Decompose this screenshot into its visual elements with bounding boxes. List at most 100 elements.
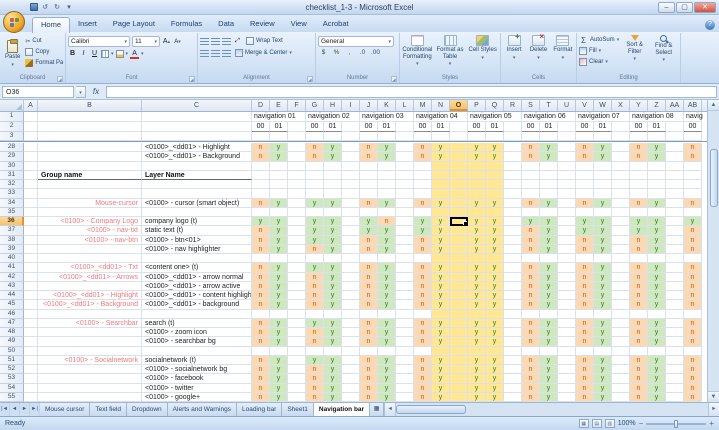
cell-N45[interactable]: y [432,300,450,310]
cell-M48[interactable]: n [414,328,432,338]
cell-S54[interactable]: n [522,383,540,393]
cell-I31[interactable] [342,170,360,180]
cell-U41[interactable] [558,263,576,273]
cell-AB54[interactable]: n [684,383,702,393]
cell-AA34[interactable] [666,198,684,208]
cell-P50[interactable] [468,346,486,356]
cell-I39[interactable] [342,244,360,254]
cell-P49[interactable]: y [468,337,486,347]
cell-J38[interactable]: n [360,235,378,245]
cell-P30[interactable] [468,161,486,171]
cell-U54[interactable] [558,383,576,393]
cell-K34[interactable]: y [378,198,396,208]
cell-W44[interactable]: y [594,291,612,301]
bold-button[interactable]: B [68,49,77,59]
cell-W46[interactable] [594,309,612,319]
cell-R49[interactable] [504,337,522,347]
cell-N29[interactable]: y [432,152,450,162]
cell-AB2[interactable]: 00 [684,122,702,132]
cell-P29[interactable]: y [468,152,486,162]
cell-W30[interactable] [594,161,612,171]
cell-B48[interactable] [38,328,142,338]
cell-AA32[interactable] [666,180,684,190]
scroll-down-icon[interactable]: ▼ [708,391,719,402]
cell-Q3[interactable] [486,132,504,141]
cell-N35[interactable] [432,207,450,217]
cell-M49[interactable]: n [414,337,432,347]
cell-N51[interactable]: y [432,355,450,365]
cell-P51[interactable]: y [468,355,486,365]
cell-K35[interactable] [378,207,396,217]
column-header-C[interactable]: C [142,100,252,111]
cell-G48[interactable]: n [306,328,324,338]
cell-F52[interactable] [288,365,306,375]
cell-F40[interactable] [288,254,306,264]
cell-H38[interactable]: y [324,235,342,245]
cell-O35[interactable] [450,207,468,217]
cell-O50[interactable] [450,346,468,356]
page-layout-view-icon[interactable]: ▤ [591,419,602,428]
format-painter-button[interactable]: Format Painter [25,58,63,68]
cell-B35[interactable] [38,207,142,217]
cell-T2[interactable]: 01 [540,122,558,132]
cell-P38[interactable]: y [468,235,486,245]
cell-X29[interactable] [612,152,630,162]
cut-button[interactable]: ✂ Cut [25,36,63,46]
cell-M55[interactable]: n [414,392,432,402]
cell-AB35[interactable] [684,207,702,217]
cell-S34[interactable]: n [522,198,540,208]
cell-O40[interactable] [450,254,468,264]
cell-AB29[interactable]: n [684,152,702,162]
cell-N40[interactable] [432,254,450,264]
cell-D31[interactable] [252,170,270,180]
cell-AB30[interactable] [684,161,702,171]
sheet-tab-loading-bar[interactable]: Loading bar [236,403,283,416]
cell-J40[interactable] [360,254,378,264]
cell-A54[interactable] [24,383,38,393]
cell-F36[interactable] [288,217,306,227]
cell-B34[interactable]: Mouse-cursor [38,198,142,208]
cell-A53[interactable] [24,374,38,384]
cell-G52[interactable]: n [306,365,324,375]
cell-A47[interactable] [24,318,38,328]
cell-A48[interactable] [24,328,38,338]
cell-Q36[interactable]: y [486,217,504,227]
cell-M34[interactable]: n [414,198,432,208]
column-header-O[interactable]: O [450,100,468,111]
cell-R36[interactable] [504,217,522,227]
number-dialog-launcher-icon[interactable]: ◢ [391,76,397,82]
cell-A50[interactable] [24,346,38,356]
cell-W53[interactable]: y [594,374,612,384]
row-header-46[interactable]: 46 [0,309,24,319]
cell-K30[interactable] [378,161,396,171]
cell-N28[interactable]: y [432,143,450,153]
cell-R46[interactable] [504,309,522,319]
cell-V51[interactable]: n [576,355,594,365]
cell-C52[interactable]: <0100> - socialnetwork bg [142,365,252,375]
cell-F51[interactable] [288,355,306,365]
sheet-tab-navigation-bar[interactable]: Navigation bar [313,403,371,416]
cell-B31[interactable]: Group name [38,170,142,180]
cell-Q2[interactable]: 01 [486,122,504,132]
cell-L47[interactable] [396,318,414,328]
cell-O39[interactable] [450,244,468,254]
cell-Z49[interactable]: y [648,337,666,347]
cell-E54[interactable]: y [270,383,288,393]
cell-H32[interactable] [324,180,342,190]
ribbon-tab-home[interactable]: Home [32,17,71,33]
cell-Y45[interactable]: n [630,300,648,310]
cell-N43[interactable]: y [432,281,450,291]
cell-P46[interactable] [468,309,486,319]
cell-Z31[interactable] [648,170,666,180]
cell-C39[interactable]: <0100> - nav highlighter [142,244,252,254]
cell-L41[interactable] [396,263,414,273]
cell-U48[interactable] [558,328,576,338]
cell-AA28[interactable] [666,143,684,153]
cell-W40[interactable] [594,254,612,264]
cell-E50[interactable] [270,346,288,356]
cell-Z47[interactable]: y [648,318,666,328]
cell-J3[interactable] [360,132,378,141]
cell-Z2[interactable]: 01 [648,122,666,132]
cell-Z37[interactable]: y [648,226,666,236]
cell-I38[interactable] [342,235,360,245]
